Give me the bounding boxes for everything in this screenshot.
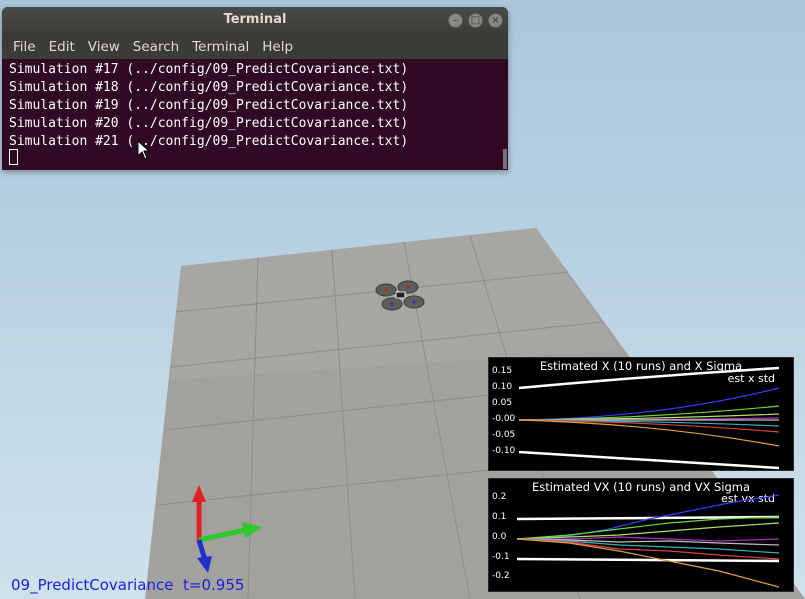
terminal-output[interactable]: Simulation #17 (../config/09_PredictCova… bbox=[2, 59, 508, 170]
terminal-line: Simulation #19 (../config/09_PredictCova… bbox=[9, 98, 409, 113]
minimize-icon[interactable]: – bbox=[448, 13, 463, 28]
terminal-menubar: File Edit View Search Terminal Help bbox=[2, 34, 508, 59]
close-icon[interactable]: × bbox=[488, 13, 503, 28]
terminal-line: Simulation #21 (../config/09_PredictCova… bbox=[9, 134, 409, 149]
menu-terminal[interactable]: Terminal bbox=[192, 39, 249, 55]
terminal-scrollbar[interactable] bbox=[503, 149, 507, 169]
menu-file[interactable]: File bbox=[13, 39, 36, 55]
menu-edit[interactable]: Edit bbox=[49, 39, 75, 55]
simulation-status: 09_PredictCovariance t=0.955 bbox=[11, 576, 244, 594]
maximize-icon[interactable]: □ bbox=[468, 13, 483, 28]
terminal-cursor bbox=[9, 149, 18, 165]
menu-search[interactable]: Search bbox=[133, 39, 179, 55]
terminal-titlebar[interactable]: Terminal – □ × bbox=[2, 7, 508, 34]
plot-vx-traces bbox=[516, 494, 780, 588]
plot-x-traces bbox=[518, 366, 780, 470]
terminal-line: Simulation #17 (../config/09_PredictCova… bbox=[9, 62, 409, 77]
sigma-lower-line bbox=[516, 557, 780, 563]
menu-help[interactable]: Help bbox=[262, 39, 293, 55]
sim-time: t=0.955 bbox=[183, 576, 245, 594]
plot-vx-estimate: Estimated VX (10 runs) and VX Sigma est … bbox=[488, 478, 794, 592]
terminal-window[interactable]: Terminal – □ × File Edit View Search Ter… bbox=[2, 7, 508, 170]
plot-x-estimate: Estimated X (10 runs) and X Sigma est x … bbox=[488, 357, 794, 471]
mouse-pointer-icon bbox=[137, 140, 151, 160]
menu-view[interactable]: View bbox=[88, 39, 120, 55]
sigma-upper-line bbox=[518, 366, 780, 390]
run-trace bbox=[516, 516, 780, 540]
sigma-lower-line bbox=[518, 450, 780, 470]
terminal-line: Simulation #18 (../config/09_PredictCova… bbox=[9, 80, 409, 95]
terminal-line: Simulation #20 (../config/09_PredictCova… bbox=[9, 116, 409, 131]
terminal-title: Terminal bbox=[223, 12, 287, 27]
config-name: 09_PredictCovariance bbox=[11, 576, 174, 594]
